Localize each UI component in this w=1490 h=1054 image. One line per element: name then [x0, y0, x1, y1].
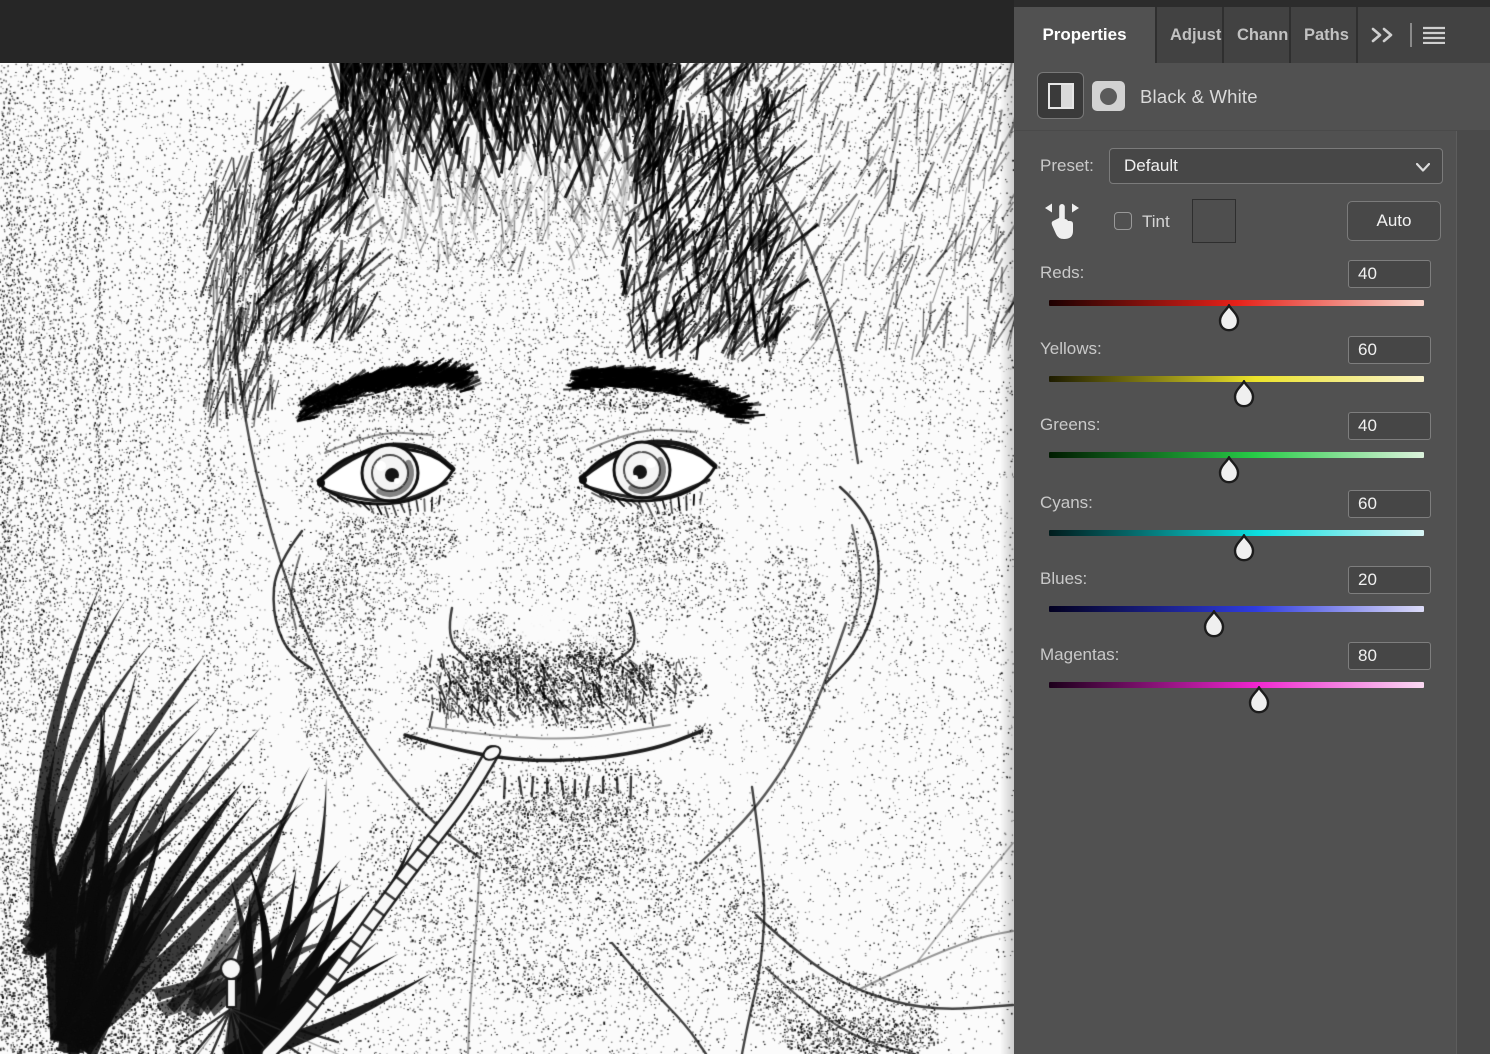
photoshop-window: Properties Adjustments Channels Paths Bl… [0, 0, 1490, 1054]
adjustment-title: Black & White [1140, 63, 1258, 130]
tab-channels[interactable]: Channels [1224, 7, 1291, 63]
panel-scroll-gutter[interactable] [1456, 131, 1490, 1054]
slider-thumb[interactable] [1232, 380, 1256, 408]
panel-menu-icon[interactable] [1422, 26, 1446, 44]
preset-label: Preset: [1040, 156, 1094, 176]
tab-adjustments[interactable]: Adjustments [1157, 7, 1224, 63]
slider-row: Magentas: 80 [1014, 642, 1490, 712]
preset-value: Default [1124, 156, 1178, 175]
targeted-adjustment-icon[interactable] [1044, 201, 1080, 241]
overflow-chevrons-icon[interactable] [1370, 26, 1398, 44]
slider-label: Blues: [1040, 569, 1087, 589]
slider-thumb[interactable] [1217, 304, 1241, 332]
auto-button[interactable]: Auto [1347, 201, 1441, 241]
slider-track[interactable] [1049, 682, 1424, 688]
app-bar [0, 0, 1014, 63]
slider-thumb[interactable] [1232, 534, 1256, 562]
slider-thumb[interactable] [1217, 456, 1241, 484]
tint-checkbox[interactable] [1114, 212, 1132, 230]
toolbar-separator [1410, 23, 1412, 47]
slider-value-input[interactable]: 40 [1348, 260, 1431, 288]
slider-label: Magentas: [1040, 645, 1119, 665]
slider-thumb[interactable] [1247, 686, 1271, 714]
slider-row: Cyans: 60 [1014, 490, 1490, 560]
slider-label: Greens: [1040, 415, 1100, 435]
slider-label: Cyans: [1040, 493, 1093, 513]
bw-adjustment-icon[interactable] [1037, 72, 1084, 119]
panel-tab-bar: Properties Adjustments Channels Paths [1014, 0, 1490, 63]
slider-label: Reds: [1040, 263, 1084, 283]
tint-color-swatch[interactable] [1192, 199, 1236, 243]
document-canvas[interactable] [0, 63, 1014, 1054]
tint-label: Tint [1142, 212, 1170, 232]
tab-paths[interactable]: Paths [1291, 7, 1358, 63]
properties-panel: Properties Adjustments Channels Paths Bl… [1014, 0, 1490, 1054]
slider-value-input[interactable]: 80 [1348, 642, 1431, 670]
slider-value-input[interactable]: 20 [1348, 566, 1431, 594]
layer-mask-icon[interactable] [1092, 81, 1125, 111]
slider-value-input[interactable]: 60 [1348, 490, 1431, 518]
panel-content: Preset: Default Tint Auto Red [1014, 130, 1490, 1054]
slider-value-input[interactable]: 60 [1348, 336, 1431, 364]
adjustment-header: Black & White [1014, 63, 1490, 130]
slider-value-input[interactable]: 40 [1348, 412, 1431, 440]
tab-properties[interactable]: Properties [1014, 7, 1157, 63]
slider-row: Blues: 20 [1014, 566, 1490, 636]
slider-track[interactable] [1049, 606, 1424, 612]
slider-thumb[interactable] [1202, 610, 1226, 638]
slider-row: Greens: 40 [1014, 412, 1490, 482]
slider-row: Yellows: 60 [1014, 336, 1490, 406]
chevron-down-icon [1416, 163, 1430, 172]
slider-label: Yellows: [1040, 339, 1102, 359]
slider-row: Reds: 40 [1014, 260, 1490, 330]
preset-select[interactable]: Default [1109, 148, 1443, 184]
